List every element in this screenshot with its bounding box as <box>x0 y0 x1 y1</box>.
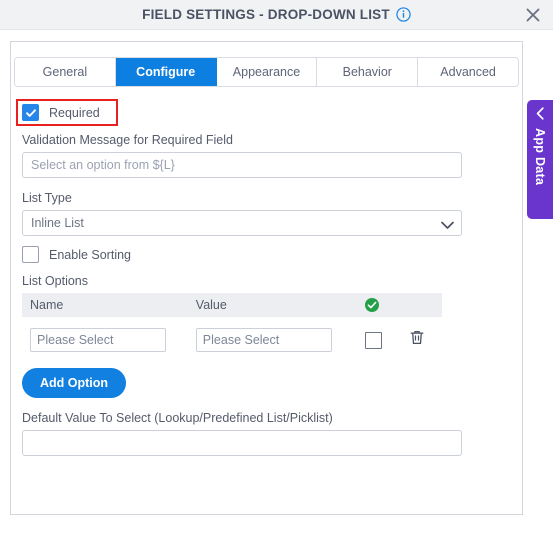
close-button[interactable] <box>523 5 543 25</box>
list-type-select-wrap: Inline List <box>22 210 462 236</box>
list-type-label: List Type <box>22 191 72 205</box>
add-option-button[interactable]: Add Option <box>22 368 127 398</box>
required-label: Required <box>49 105 100 120</box>
list-options-table: Name Value <box>22 293 442 352</box>
required-highlight-box: Required <box>16 99 118 126</box>
dialog-header: FIELD SETTINGS - DROP-DOWN LIST <box>0 0 553 30</box>
dialog-title-group: FIELD SETTINGS - DROP-DOWN LIST <box>0 0 553 29</box>
table-row <box>22 328 442 352</box>
page-title: FIELD SETTINGS - DROP-DOWN LIST <box>142 7 390 22</box>
app-data-label: App Data <box>533 128 547 186</box>
configure-form: Required Validation Message for Required… <box>16 99 462 456</box>
tab-appearance[interactable]: Appearance <box>216 58 318 86</box>
info-circle-icon[interactable] <box>396 7 411 22</box>
required-checkbox[interactable] <box>22 104 39 121</box>
validation-message-label: Validation Message for Required Field <box>22 133 233 147</box>
enable-sorting-label: Enable Sorting <box>49 247 132 262</box>
option-value-input[interactable] <box>195 328 332 352</box>
option-name-input[interactable] <box>30 328 166 352</box>
column-header-value: Value <box>195 298 227 312</box>
list-type-select[interactable]: Inline List <box>22 210 462 236</box>
settings-tab-bar: General Configure Appearance Behavior Ad… <box>14 57 519 87</box>
app-data-panel-toggle[interactable]: App Data <box>527 100 553 219</box>
tab-configure[interactable]: Configure <box>115 58 217 86</box>
list-options-header-row: Name Value <box>22 293 442 317</box>
validation-message-input[interactable] <box>22 152 462 178</box>
tab-behavior[interactable]: Behavior <box>317 58 419 86</box>
enable-sorting-row: Enable Sorting <box>22 246 462 263</box>
tab-general[interactable]: General <box>15 58 116 86</box>
enable-sorting-checkbox[interactable] <box>22 246 39 263</box>
chevron-left-icon <box>536 107 545 125</box>
column-header-name: Name <box>30 298 64 312</box>
option-default-checkbox[interactable] <box>364 331 382 349</box>
tab-advanced[interactable]: Advanced <box>418 58 518 86</box>
default-value-input[interactable] <box>22 430 462 456</box>
check-circle-icon <box>364 298 409 312</box>
list-options-label: List Options <box>22 274 89 288</box>
trash-icon[interactable] <box>408 329 426 347</box>
default-value-label: Default Value To Select (Lookup/Predefin… <box>22 411 333 425</box>
